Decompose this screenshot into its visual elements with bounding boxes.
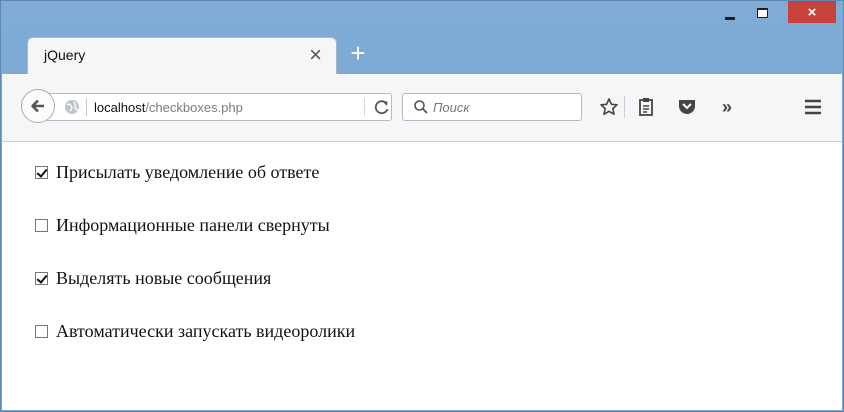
url-text[interactable]: localhost/checkboxes.php	[94, 100, 243, 115]
reload-icon[interactable]	[372, 97, 392, 117]
option-autoplay-video[interactable]: Автоматически запускать видеоролики	[35, 321, 355, 341]
pocket-button[interactable]	[676, 96, 698, 118]
search-icon	[414, 100, 428, 114]
option-label: Информационные панели свернуты	[56, 214, 330, 235]
option-notify-reply[interactable]: Присылать уведомление об ответе	[35, 162, 319, 182]
reading-list-button[interactable]	[635, 96, 657, 118]
checkbox[interactable]	[35, 271, 48, 285]
overflow-button[interactable]: »	[716, 96, 738, 118]
checkbox[interactable]	[35, 165, 48, 179]
option-label: Присылать уведомление об ответе	[56, 161, 320, 182]
new-tab-button[interactable]: +	[345, 40, 371, 67]
globe-icon	[65, 100, 79, 114]
url-path: /checkboxes.php	[145, 100, 243, 115]
star-icon	[600, 98, 618, 115]
checkbox[interactable]	[35, 218, 48, 232]
bookmark-star-button[interactable]	[598, 96, 620, 118]
close-icon: ×	[807, 3, 817, 21]
minimize-icon	[725, 16, 735, 20]
tab-jquery[interactable]: jQuery ×	[27, 37, 337, 74]
search-input[interactable]: Поиск	[402, 93, 582, 121]
url-bar[interactable]: localhost/checkboxes.php	[38, 93, 392, 121]
browser-window: × jQuery × + localhost/checkboxes.php По…	[0, 0, 844, 412]
menu-button[interactable]	[802, 96, 824, 118]
clipboard-icon	[639, 98, 653, 116]
url-separator	[86, 98, 87, 116]
back-button[interactable]	[21, 89, 55, 123]
checkbox[interactable]	[35, 324, 48, 338]
page-content: Присылать уведомление об ответе Информац…	[2, 142, 842, 410]
option-panels-collapsed[interactable]: Информационные панели свернуты	[35, 215, 330, 235]
nav-toolbar: localhost/checkboxes.php Поиск »	[2, 74, 842, 142]
search-placeholder: Поиск	[433, 100, 470, 115]
url-host: localhost	[94, 100, 146, 115]
option-label: Выделять новые сообщения	[56, 267, 272, 288]
maximize-button[interactable]	[748, 1, 776, 25]
tab-close-icon[interactable]: ×	[309, 43, 322, 67]
toolbar-separator	[624, 96, 625, 118]
maximize-icon	[756, 8, 768, 18]
double-chevron-icon: »	[721, 97, 732, 117]
option-highlight-new[interactable]: Выделять новые сообщения	[35, 268, 271, 288]
close-window-button[interactable]: ×	[788, 1, 836, 23]
url-separator	[364, 98, 365, 116]
option-label: Автоматически запускать видеоролики	[56, 320, 356, 341]
pocket-icon	[679, 100, 695, 114]
hamburger-icon	[805, 99, 821, 115]
minimize-button[interactable]	[715, 1, 745, 25]
back-arrow-icon	[31, 99, 44, 113]
tab-title: jQuery	[44, 47, 86, 63]
